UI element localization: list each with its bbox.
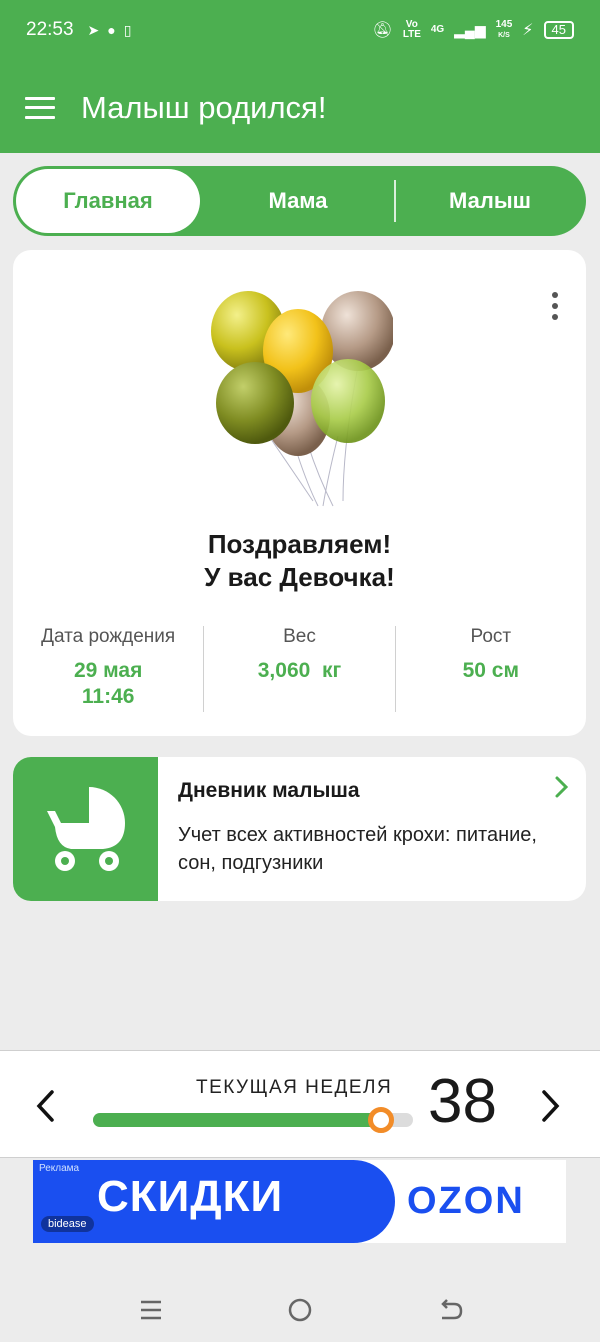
mute-icon: 🔕︎ [372,21,393,39]
toolbar: Малыш родился! [0,70,600,145]
stat-birth-date: Дата рождения 29 мая 11:46 [13,626,203,712]
charging-icon: ⚡︎ [522,21,534,39]
stat-label: Вес [283,626,316,647]
balloons-image [211,291,393,507]
speed-indicator: 145 K/S [495,18,513,41]
previous-week-button[interactable] [34,1089,56,1123]
speed-value: 145 [495,18,513,30]
stat-value: 3,060 кг [257,659,342,682]
sim-icon: ▯ [123,21,132,38]
next-week-button[interactable] [540,1089,562,1123]
home-icon[interactable] [285,1296,315,1324]
week-progress-bar [93,1107,413,1133]
network-indicator: 4G [430,24,445,35]
chevron-right-icon[interactable] [554,775,570,799]
tab-mama[interactable]: Мама [203,169,393,233]
status-bar: 22:53 ➤ ● ▯ 🔕︎ Vo LTE 4G ▂▄▆ 145 K/S ⚡︎ … [0,0,600,60]
ad-brand-logo: OZON [407,1180,525,1222]
diary-icon-box [13,757,158,901]
tab-divider [394,180,396,222]
speed-unit: K/S [498,31,510,39]
ad-headline: СКИДКИ [97,1172,284,1221]
stat-value: 29 мая [73,659,143,682]
signal-icon: ▂▄▆ [454,21,486,38]
app-title: Малыш родился! [81,89,327,125]
birth-stats: Дата рождения 29 мая 11:46 Вес 3,060 кг … [13,626,586,712]
more-options-icon[interactable] [548,292,562,320]
baby-diary-card[interactable]: Дневник малыша Учет всех активностей кро… [13,757,586,901]
congrats-line-1: Поздравляем! [207,529,392,559]
ad-banner[interactable]: Реклама СКИДКИ bidease OZON [33,1160,566,1243]
diary-title: Дневник малыша [178,779,360,802]
volte-indicator: Vo LTE [402,19,421,40]
tab-baby[interactable]: Малыш [398,169,582,233]
birth-card: Поздравляем! У вас Девочка! Дата рождени… [13,250,586,736]
current-week-bar: ТЕКУЩАЯ НЕДЕЛЯ 38 [0,1050,600,1158]
status-time: 22:53 [26,19,74,40]
stat-weight: Вес 3,060 кг [203,626,394,712]
recent-apps-icon[interactable] [136,1296,166,1324]
telegram-icon: ➤ [87,21,100,38]
stat-height: Рост 50 см [394,626,586,712]
diary-description: Учет всех активностей крохи: питание, со… [178,824,537,874]
chat-icon: ● [107,22,116,38]
ad-tag: Реклама [39,1163,80,1174]
hamburger-menu-icon[interactable] [25,96,55,119]
app-bar: 22:53 ➤ ● ▯ 🔕︎ Vo LTE 4G ▂▄▆ 145 K/S ⚡︎ … [0,0,600,153]
week-progress-knob [368,1107,394,1133]
stat-value: 50 см [462,659,520,682]
congratulations-text: Поздравляем! У вас Девочка! [13,528,586,594]
week-label: ТЕКУЩАЯ НЕДЕЛЯ [196,1077,393,1098]
week-progress-fill [93,1113,381,1127]
system-nav-bar [0,1276,600,1342]
ad-sponsor: bidease [41,1216,94,1232]
week-number: 38 [428,1067,497,1136]
congrats-line-2: У вас Девочка! [204,562,395,592]
stroller-icon [46,787,125,871]
battery-indicator: 45 [543,21,574,39]
tab-bar: Главная Мама Малыш [13,166,586,236]
tab-main[interactable]: Главная [16,169,200,233]
back-icon[interactable] [436,1296,466,1324]
stat-value-time: 11:46 [81,685,135,708]
stat-label: Дата рождения [41,626,176,647]
stat-label: Рост [470,626,512,647]
